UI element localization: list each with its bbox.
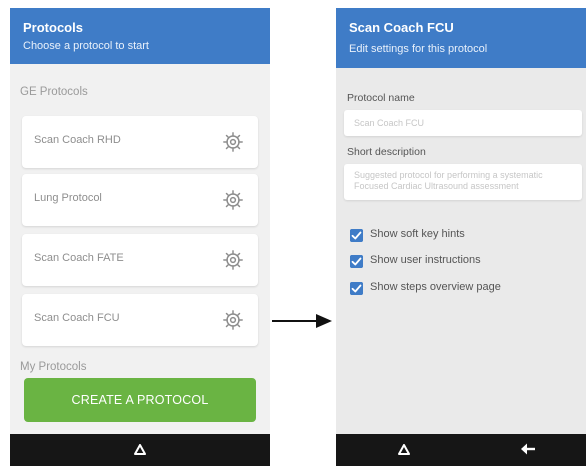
gear-icon[interactable] bbox=[222, 249, 244, 271]
page-title: Protocols bbox=[23, 20, 83, 35]
protocol-name-value: Scan Coach FCU bbox=[354, 118, 425, 128]
page-title: Scan Coach FCU bbox=[349, 20, 454, 35]
checkbox-label: Show user instructions bbox=[370, 254, 481, 266]
home-triangle-icon[interactable] bbox=[134, 444, 146, 455]
gear-icon[interactable] bbox=[222, 309, 244, 331]
checkbox-label: Show soft key hints bbox=[370, 228, 465, 240]
short-description-field[interactable]: Suggested protocol for performing a syst… bbox=[344, 164, 582, 200]
protocol-card-scan-coach-rhd[interactable]: Scan Coach RHD bbox=[22, 116, 258, 168]
edit-protocol-screen: Scan Coach FCU Edit settings for this pr… bbox=[336, 8, 586, 466]
gear-icon[interactable] bbox=[222, 189, 244, 211]
protocol-name-label: Protocol name bbox=[347, 92, 415, 104]
edit-protocol-header: Scan Coach FCU Edit settings for this pr… bbox=[336, 8, 586, 68]
protocols-screen: Protocols Choose a protocol to start GE … bbox=[10, 8, 270, 466]
protocol-card-label: Scan Coach FCU bbox=[34, 312, 120, 324]
protocol-name-field[interactable]: Scan Coach FCU bbox=[344, 110, 582, 136]
protocol-card-label: Scan Coach RHD bbox=[34, 134, 121, 146]
protocol-card-scan-coach-fcu[interactable]: Scan Coach FCU bbox=[22, 294, 258, 346]
gear-icon[interactable] bbox=[222, 131, 244, 153]
page-subtitle: Edit settings for this protocol bbox=[349, 43, 488, 55]
protocol-card-label: Scan Coach FATE bbox=[34, 252, 124, 264]
ge-protocols-section-label: GE Protocols bbox=[20, 86, 88, 98]
home-triangle-icon[interactable] bbox=[398, 444, 410, 455]
checkbox-checked-icon[interactable] bbox=[350, 282, 363, 295]
page-subtitle: Choose a protocol to start bbox=[23, 40, 149, 52]
checkbox-checked-icon[interactable] bbox=[350, 255, 363, 268]
system-navbar bbox=[336, 434, 586, 466]
protocol-card-label: Lung Protocol bbox=[34, 192, 102, 204]
system-navbar bbox=[10, 434, 270, 466]
right-arrow-icon bbox=[272, 314, 332, 328]
short-description-value: Suggested protocol for performing a syst… bbox=[354, 170, 543, 191]
protocols-header: Protocols Choose a protocol to start bbox=[10, 8, 270, 64]
screenshot-stage: Protocols Choose a protocol to start GE … bbox=[0, 0, 586, 466]
back-arrow-icon[interactable] bbox=[520, 442, 536, 456]
short-description-label: Short description bbox=[347, 146, 426, 158]
checkbox-checked-icon[interactable] bbox=[350, 229, 363, 242]
create-protocol-button[interactable]: CREATE A PROTOCOL bbox=[24, 378, 256, 422]
protocol-card-scan-coach-fate[interactable]: Scan Coach FATE bbox=[22, 234, 258, 286]
protocol-card-lung-protocol[interactable]: Lung Protocol bbox=[22, 174, 258, 226]
my-protocols-section-label: My Protocols bbox=[20, 361, 87, 373]
checkbox-label: Show steps overview page bbox=[370, 281, 501, 293]
